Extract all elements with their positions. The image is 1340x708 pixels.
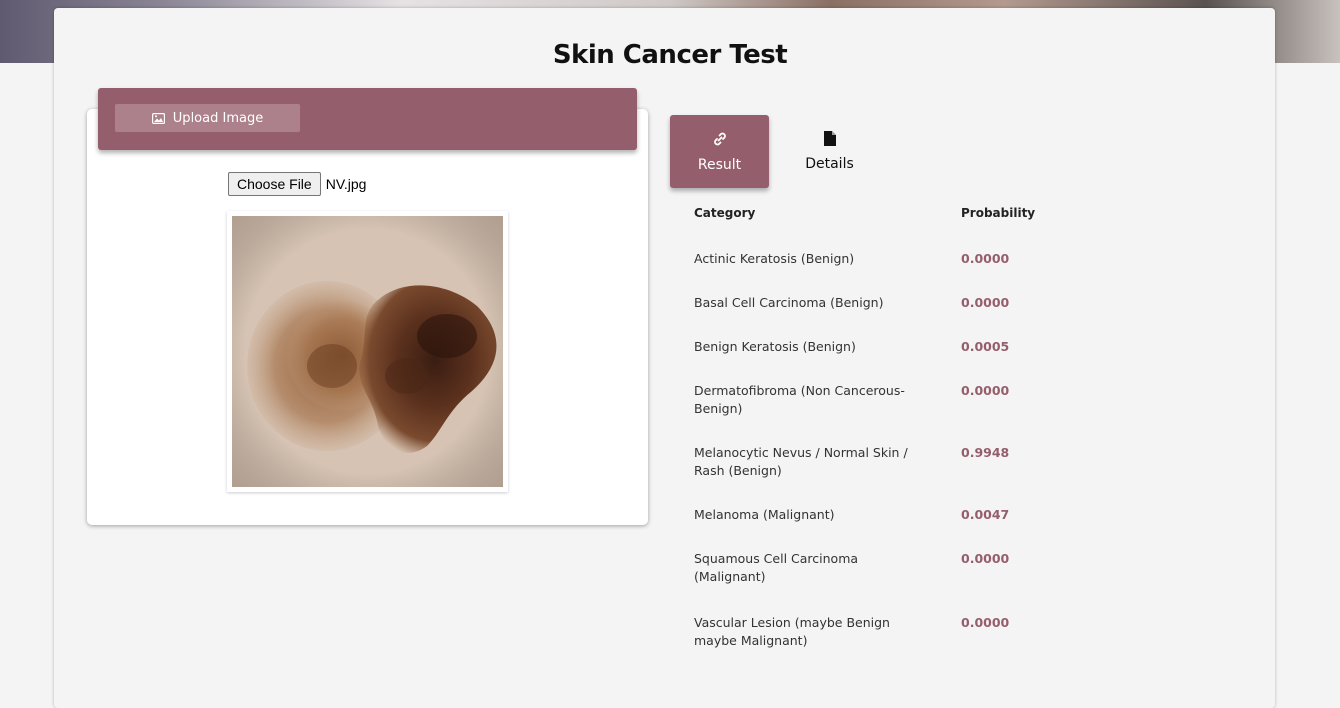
upload-image-label: Upload Image [172, 110, 264, 126]
category-cell: Melanocytic Nevus / Normal Skin / Rash (… [694, 445, 908, 478]
category-column-header: Category [694, 206, 756, 220]
page-title: Skin Cancer Test [552, 40, 788, 70]
probability-cell: 0.0000 [961, 383, 1010, 398]
selected-file-name: NV.jpg [325, 176, 367, 192]
link-icon [712, 131, 728, 151]
uploaded-image-preview [232, 216, 503, 487]
category-cell: Squamous Cell Carcinoma (Malignant) [694, 551, 859, 584]
upload-image-button[interactable]: Upload Image [115, 104, 300, 132]
probability-column-header: Probability [961, 206, 1036, 220]
image-icon [151, 112, 165, 124]
file-input[interactable]: Choose File NV.jpg [228, 172, 366, 196]
table-header-row: Category Probability [694, 206, 1114, 226]
image-preview-frame [227, 211, 508, 492]
category-cell: Vascular Lesion (maybe Benign maybe Mali… [694, 615, 890, 648]
document-icon [823, 131, 836, 150]
category-cell: Dermatofibroma (Non Cancerous-Benign) [694, 383, 905, 416]
category-cell: Actinic Keratosis (Benign) [694, 251, 855, 266]
tab-details-label: Details [805, 156, 854, 172]
probability-cell: 0.0000 [961, 251, 1010, 266]
probability-cell: 0.0000 [961, 551, 1010, 566]
choose-file-button[interactable]: Choose File [228, 172, 321, 196]
upload-header: Upload Image [98, 88, 637, 150]
probability-cell: 0.0005 [961, 339, 1010, 354]
probability-cell: 0.0047 [961, 507, 1010, 522]
tab-result[interactable]: Result [670, 115, 769, 188]
category-cell: Benign Keratosis (Benign) [694, 339, 856, 354]
probability-cell: 0.0000 [961, 295, 1010, 310]
probability-cell: 0.0000 [961, 615, 1010, 630]
tab-result-label: Result [697, 156, 742, 173]
tab-details[interactable]: Details [780, 115, 879, 188]
results-table: Category Probability Actinic Keratosis (… [694, 206, 1114, 648]
category-cell: Melanoma (Malignant) [694, 507, 835, 522]
probability-cell: 0.9948 [961, 445, 1010, 460]
category-cell: Basal Cell Carcinoma (Benign) [694, 295, 884, 310]
